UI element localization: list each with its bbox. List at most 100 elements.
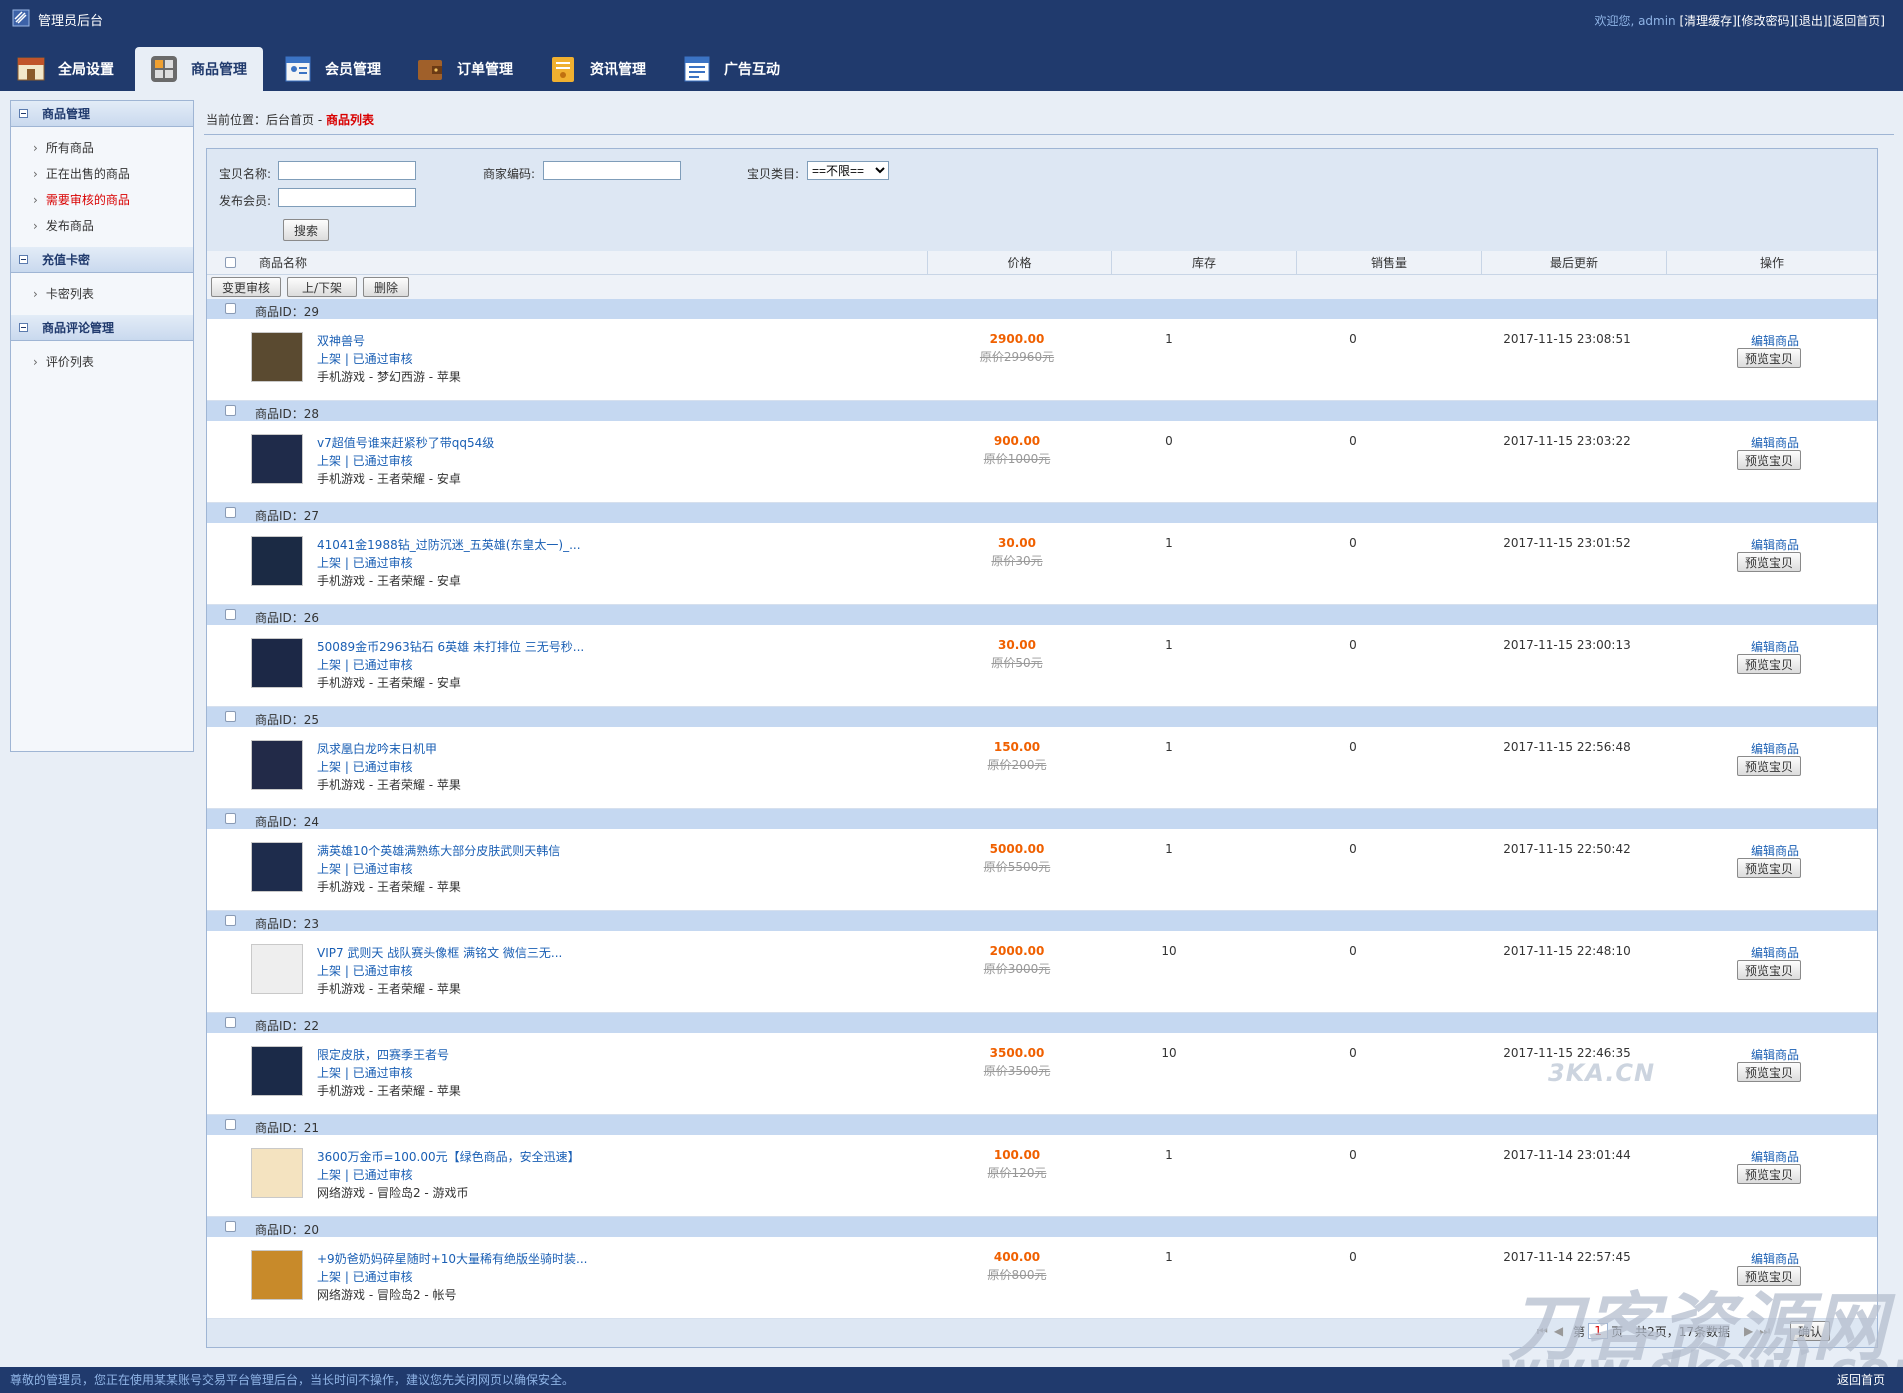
edit-product-link[interactable]: 编辑商品 (1745, 638, 1805, 655)
product-name-link[interactable]: 41041金1988钻_过防沉迷_五英雄(东皇太一)_... (317, 536, 581, 553)
product-thumbnail[interactable] (251, 1250, 303, 1300)
row-checkbox[interactable] (225, 813, 236, 824)
tab-member-management[interactable]: 会员管理 (283, 47, 403, 91)
sidebar-item-all-products[interactable]: 所有商品 (33, 135, 193, 161)
product-thumbnail[interactable] (251, 842, 303, 892)
row-id-bar: 商品ID：27 (207, 503, 1877, 523)
preview-product-button[interactable]: 预览宝贝 (1737, 858, 1801, 878)
preview-product-button[interactable]: 预览宝贝 (1737, 1164, 1801, 1184)
product-stock: 1 (1165, 536, 1173, 550)
sidebar-item-review-list[interactable]: 评价列表 (33, 349, 193, 375)
product-thumbnail[interactable] (251, 536, 303, 586)
product-updated: 2017-11-15 23:03:22 (1503, 434, 1631, 448)
product-id: 商品ID：20 (255, 1223, 320, 1237)
change-review-button[interactable]: 变更审核 (211, 277, 281, 297)
row-checkbox[interactable] (225, 711, 236, 722)
product-id: 商品ID：24 (255, 815, 320, 829)
product-thumbnail[interactable] (251, 434, 303, 484)
row-checkbox[interactable] (225, 915, 236, 926)
sidebar-item-publish[interactable]: 发布商品 (33, 213, 193, 239)
product-sold: 0 (1349, 638, 1357, 652)
tab-news-management[interactable]: 资讯管理 (548, 47, 668, 91)
product-name-link[interactable]: 50089金币2963钻石 6英雄 未打排位 三无号秒... (317, 638, 584, 655)
product-sold: 0 (1349, 1148, 1357, 1162)
row-checkbox[interactable] (225, 1017, 236, 1028)
sidebar: 商品管理 所有商品 正在出售的商品 需要审核的商品 发布商品 充值卡密 卡密列表… (10, 100, 194, 752)
product-name-link[interactable]: +9奶爸奶妈碎星随时+10大量稀有绝版坐骑时装... (317, 1250, 587, 1267)
tab-order-management[interactable]: 订单管理 (415, 47, 535, 91)
table-row: 商品ID：21 3600万金币=100.00元【绿色商品，安全迅速】 上架 | 已通… (207, 1115, 1877, 1217)
product-thumbnail[interactable] (251, 1046, 303, 1096)
tab-product-management[interactable]: 商品管理 (135, 47, 263, 91)
preview-product-button[interactable]: 预览宝贝 (1737, 654, 1801, 674)
sidebar-item-card-list[interactable]: 卡密列表 (33, 281, 193, 307)
product-name-link[interactable]: VIP7 武则天 战队赛头像框 满铭文 微信三无... (317, 944, 562, 961)
change-password-link[interactable]: [修改密码] (1737, 14, 1794, 28)
sidebar-group-product[interactable]: 商品管理 (11, 101, 193, 127)
product-name-link[interactable]: 双神兽号 (317, 332, 365, 349)
row-checkbox[interactable] (225, 405, 236, 416)
clear-cache-link[interactable]: [清理缓存] (1680, 14, 1737, 28)
code-label: 商家编码: (483, 167, 536, 181)
tab-global-settings[interactable]: 全局设置 (16, 47, 136, 91)
product-price: 400.00 (993, 1250, 1041, 1264)
product-name-link[interactable]: 限定皮肤，四赛季王者号 (317, 1046, 449, 1063)
category-select[interactable]: ==不限== (807, 161, 889, 180)
name-input[interactable] (278, 161, 416, 180)
preview-product-button[interactable]: 预览宝贝 (1737, 552, 1801, 572)
product-sold: 0 (1349, 740, 1357, 754)
code-input[interactable] (543, 161, 681, 180)
edit-product-link[interactable]: 编辑商品 (1745, 1250, 1805, 1267)
product-name-link[interactable]: v7超值号谁来赶紧秒了带qq54级 (317, 434, 494, 451)
product-name-link[interactable]: 满英雄10个英雄满熟练大部分皮肤武则天韩信 (317, 842, 560, 859)
member-input[interactable] (278, 188, 416, 207)
sidebar-item-on-sale[interactable]: 正在出售的商品 (33, 161, 193, 187)
watermark-3ka: 3KA.CN (1548, 1059, 1656, 1087)
header-name: 商品名称 (259, 256, 308, 270)
sidebar-group-card[interactable]: 充值卡密 (11, 247, 193, 273)
preview-product-button[interactable]: 预览宝贝 (1737, 348, 1801, 368)
preview-product-button[interactable]: 预览宝贝 (1737, 960, 1801, 980)
preview-product-button[interactable]: 预览宝贝 (1737, 1062, 1801, 1082)
logout-link[interactable]: [退出] (1794, 14, 1827, 28)
product-thumbnail[interactable] (251, 332, 303, 382)
edit-product-link[interactable]: 编辑商品 (1745, 434, 1805, 451)
sidebar-item-pending-review[interactable]: 需要审核的商品 (33, 187, 193, 213)
preview-product-button[interactable]: 预览宝贝 (1737, 756, 1801, 776)
edit-product-link[interactable]: 编辑商品 (1745, 332, 1805, 349)
search-button[interactable]: 搜索 (283, 219, 329, 241)
home-link[interactable]: [返回首页] (1828, 14, 1885, 28)
preview-product-button[interactable]: 预览宝贝 (1737, 450, 1801, 470)
product-sold: 0 (1349, 944, 1357, 958)
row-id-bar: 商品ID：22 (207, 1013, 1877, 1033)
product-panel: 宝贝名称: 商家编码: 宝贝类目: ==不限== 发布会员: 搜索 商品名称 价… (206, 148, 1878, 1348)
footer-home-link[interactable]: 返回首页 (1837, 1367, 1885, 1393)
product-thumbnail[interactable] (251, 1148, 303, 1198)
product-name-link[interactable]: 凤求凰白龙吟末日机甲 (317, 740, 437, 757)
product-price: 5000.00 (989, 842, 1045, 856)
tab-ad-interaction[interactable]: 广告互动 (682, 47, 802, 91)
row-checkbox[interactable] (225, 1119, 236, 1130)
product-name-link[interactable]: 3600万金币=100.00元【绿色商品，安全迅速】 (317, 1148, 580, 1165)
row-checkbox[interactable] (225, 609, 236, 620)
product-thumbnail[interactable] (251, 740, 303, 790)
product-thumbnail[interactable] (251, 944, 303, 994)
edit-product-link[interactable]: 编辑商品 (1745, 842, 1805, 859)
row-checkbox[interactable] (225, 1221, 236, 1232)
product-status: 上架 | 已通过审核 (317, 556, 413, 570)
product-updated: 2017-11-14 22:57:45 (1503, 1250, 1631, 1264)
row-checkbox[interactable] (225, 303, 236, 314)
edit-product-link[interactable]: 编辑商品 (1745, 944, 1805, 961)
delete-button[interactable]: 删除 (363, 277, 409, 297)
row-checkbox[interactable] (225, 507, 236, 518)
product-thumbnail[interactable] (251, 638, 303, 688)
edit-product-link[interactable]: 编辑商品 (1745, 740, 1805, 757)
select-all-checkbox[interactable] (225, 257, 236, 268)
sidebar-group-review[interactable]: 商品评论管理 (11, 315, 193, 341)
edit-product-link[interactable]: 编辑商品 (1745, 1046, 1805, 1063)
edit-product-link[interactable]: 编辑商品 (1745, 536, 1805, 553)
edit-product-link[interactable]: 编辑商品 (1745, 1148, 1805, 1165)
toggle-listing-button[interactable]: 上/下架 (287, 277, 357, 297)
breadcrumb-home[interactable]: 后台首页 (266, 113, 314, 127)
product-status: 上架 | 已通过审核 (317, 862, 413, 876)
